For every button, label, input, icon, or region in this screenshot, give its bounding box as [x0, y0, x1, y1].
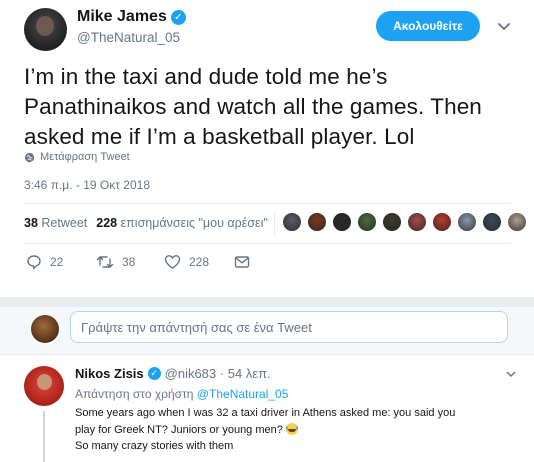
like-stat-label: επισημάνσεις "μου αρέσει": [120, 216, 268, 230]
reply-author-name[interactable]: Nikos Zisis: [75, 366, 144, 381]
direct-message-button[interactable]: [234, 254, 258, 270]
verified-badge-icon: ✓: [147, 367, 161, 380]
tears-of-joy-emoji-icon: [285, 422, 298, 435]
reply-composer: [0, 307, 534, 355]
translate-label[interactable]: Μετάφραση Tweet: [40, 151, 130, 163]
main-tweet: Mike James ✓ @TheNatural_05 Ακολουθείτε I…: [0, 0, 534, 297]
reply-author-handle[interactable]: @nik683: [165, 366, 217, 381]
reply-header: Nikos Zisis ✓ @nik683 · 54 λεπ.: [75, 366, 271, 381]
retweet-button[interactable]: 38: [96, 254, 135, 270]
reply-button[interactable]: 22: [26, 254, 63, 270]
author-avatar[interactable]: [24, 8, 67, 51]
reply-count: 22: [50, 255, 64, 269]
heart-icon: [164, 255, 181, 269]
stats-divider: [274, 210, 275, 238]
retweet-stat-label: Retweet: [41, 216, 88, 230]
like-stat[interactable]: 228 επισημάνσεις "μου αρέσει": [96, 216, 268, 230]
liker-avatar-2[interactable]: [307, 212, 327, 232]
retweet-icon: [96, 256, 114, 268]
like-stat-count: 228: [96, 216, 118, 230]
retweet-count: 38: [122, 255, 136, 269]
retweet-stat-count: 38: [24, 216, 38, 230]
reply-text-line: Some years ago when I was 32 a taxi driv…: [75, 407, 456, 419]
tweet-timestamp[interactable]: 3:46 π.μ. - 19 Οκτ 2018: [24, 178, 150, 192]
replying-to: Απάντηση στο χρήστη @TheNatural_05: [75, 387, 288, 401]
section-gap: [0, 297, 534, 307]
liker-avatar-1[interactable]: [282, 212, 302, 232]
retweet-stat[interactable]: 38 Retweet: [24, 216, 87, 230]
reply-icon: [27, 255, 41, 270]
author-name[interactable]: Mike James ✓: [77, 8, 186, 26]
liker-avatar-9[interactable]: [482, 212, 502, 232]
like-button[interactable]: 228: [164, 254, 209, 270]
chevron-down-icon[interactable]: [494, 16, 514, 36]
reply-text-line: So many crazy stories with them: [75, 440, 234, 452]
liker-avatar-7[interactable]: [432, 212, 452, 232]
liker-avatar-3[interactable]: [332, 212, 352, 232]
divider: [24, 203, 510, 204]
reply-input[interactable]: [70, 311, 508, 343]
reply-author-avatar[interactable]: [24, 366, 64, 406]
reply-time[interactable]: 54 λεπ.: [228, 366, 271, 381]
liker-avatars: [282, 212, 532, 234]
translate-tweet-link[interactable]: Μετάφραση Tweet: [24, 151, 130, 163]
tweet-stats: 38 Retweet 228 επισημάνσεις "μου αρέσει": [24, 216, 268, 230]
reply-text-line: play for Greek NT? Juniors or young men?: [75, 423, 283, 436]
reply-tweet: Nikos Zisis ✓ @nik683 · 54 λεπ. Απάντηση…: [0, 356, 534, 462]
divider: [24, 243, 510, 244]
author-name-text[interactable]: Mike James: [77, 8, 167, 25]
reply-text: Some years ago when I was 32 a taxi driv…: [75, 405, 520, 455]
following-button[interactable]: Ακολουθείτε: [376, 11, 480, 41]
liker-avatar-4[interactable]: [357, 212, 377, 232]
liker-avatar-5[interactable]: [382, 212, 402, 232]
globe-icon: [24, 152, 35, 162]
tweet-text: I’m in the taxi and dude told me he’s Pa…: [24, 64, 482, 149]
thread-line: [43, 411, 45, 462]
liker-avatar-10[interactable]: [507, 212, 527, 232]
dot-separator: ·: [216, 366, 228, 381]
replying-to-label: Απάντηση στο χρήστη: [75, 387, 194, 401]
like-count: 228: [189, 255, 210, 269]
envelope-icon: [234, 256, 250, 268]
liker-avatar-8[interactable]: [457, 212, 477, 232]
reply-text-line-with-emoji: play for Greek NT? Juniors or young men?: [75, 422, 520, 439]
replying-to-mention[interactable]: @TheNatural_05: [197, 387, 289, 401]
liker-avatar-6[interactable]: [407, 212, 427, 232]
chevron-down-icon[interactable]: [505, 368, 517, 380]
current-user-avatar: [31, 315, 59, 343]
author-handle[interactable]: @TheNatural_05: [77, 30, 180, 45]
verified-badge-icon: ✓: [170, 10, 186, 25]
